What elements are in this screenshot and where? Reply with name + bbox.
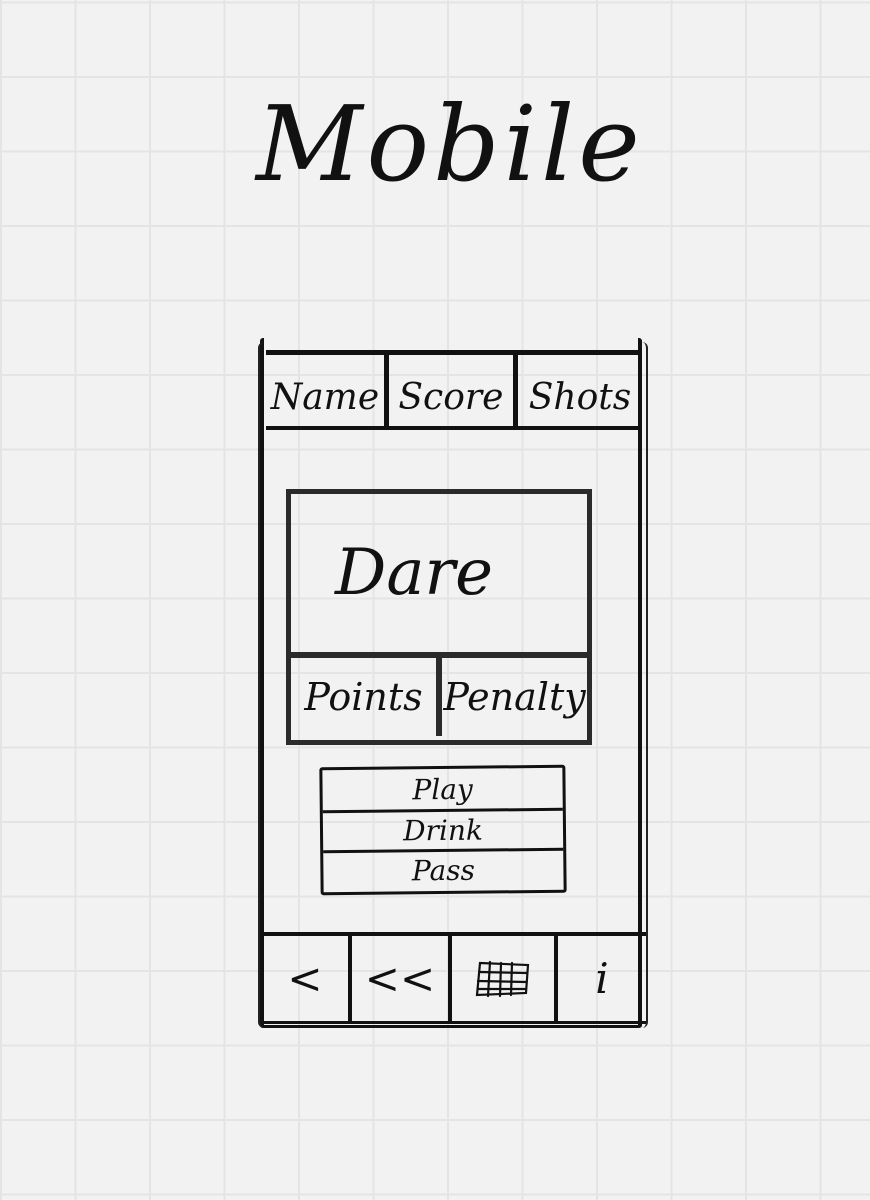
header-shots[interactable]: Shots (512, 355, 642, 426)
play-button[interactable]: Play (322, 768, 562, 811)
info-icon[interactable]: i (554, 936, 646, 1021)
header-score[interactable]: Score (383, 355, 513, 426)
page-title: Mobile (256, 83, 644, 205)
drink-button[interactable]: Drink (322, 807, 564, 851)
points-label: Points (304, 675, 423, 719)
dare-card: Dare Points Penalty (286, 489, 592, 745)
bottom-nav: < << i (262, 932, 646, 1024)
header-name[interactable]: Name (266, 355, 384, 426)
grid-icon[interactable] (448, 936, 554, 1021)
dare-prompt: Dare (291, 494, 587, 658)
score-header: Name Score Shots (266, 350, 642, 430)
pass-button[interactable]: Pass (323, 847, 564, 891)
rewind-icon[interactable]: << (348, 936, 448, 1021)
grid-icon-graphic (475, 960, 530, 997)
card-stats: Points Penalty (291, 658, 587, 736)
action-menu: Play Drink Pass (319, 764, 567, 896)
back-icon[interactable]: < (262, 936, 348, 1021)
penalty-label: Penalty (436, 658, 587, 736)
